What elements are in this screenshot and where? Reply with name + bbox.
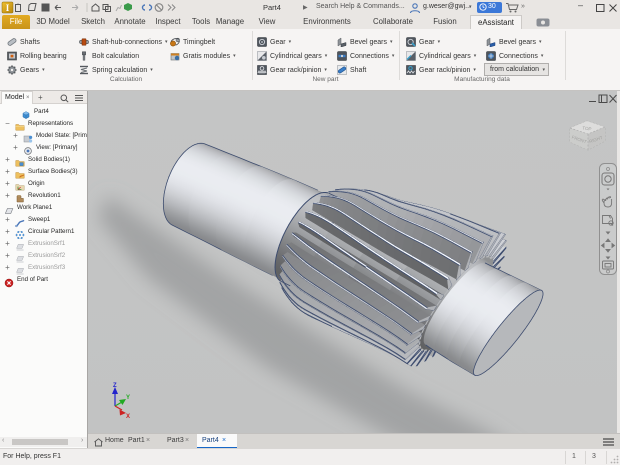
svg-text:I: I xyxy=(6,3,10,13)
svg-text:Y: Y xyxy=(126,395,130,401)
svg-text:X: X xyxy=(126,414,130,420)
svg-text:Z: Z xyxy=(113,383,117,389)
